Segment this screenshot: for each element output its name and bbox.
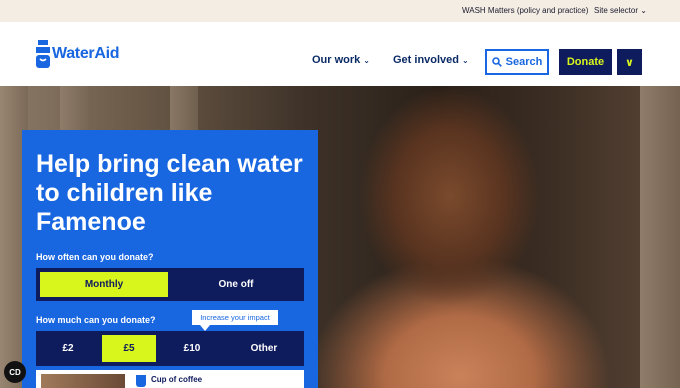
frequency-one-off-option[interactable]: One off (172, 272, 300, 297)
amount-option-10[interactable]: £10 (162, 335, 222, 362)
impact-card: Cup of coffee (36, 370, 304, 388)
amount-question: How much can you donate? (36, 315, 156, 325)
nav-get-involved[interactable]: Get involved ⌄ (393, 54, 469, 66)
frequency-selector: Monthly One off (36, 268, 304, 301)
nav-our-work[interactable]: Our work ⌄ (312, 54, 370, 66)
donate-menu-toggle[interactable]: ∨ (617, 49, 642, 75)
site-selector-link[interactable]: Site selector ⌄ (594, 6, 647, 15)
utility-bar: WASH Matters (policy and practice) Site … (0, 0, 680, 22)
chevron-down-icon: ⌄ (462, 56, 469, 65)
nav-our-work-label: Our work (312, 54, 361, 66)
cup-icon (136, 375, 146, 387)
panel-title: Help bring clean water to children like … (36, 150, 303, 236)
wateraid-logo[interactable]: WaterAid (36, 36, 120, 72)
nav-get-involved-label: Get involved (393, 54, 460, 66)
accessibility-button[interactable]: CD (4, 361, 26, 383)
amount-selector: £2 £5 £10 Other (36, 331, 304, 366)
site-selector-label: Site selector (594, 6, 639, 15)
water-drop-logo-icon (36, 40, 50, 68)
chevron-down-icon: ∨ (625, 56, 634, 69)
donation-panel: Help bring clean water to children like … (22, 130, 318, 388)
amount-option-other[interactable]: Other (228, 335, 300, 362)
impact-thumbnail (41, 374, 125, 388)
search-icon (491, 57, 502, 67)
frequency-monthly-option[interactable]: Monthly (40, 272, 168, 297)
search-button-label: Search (505, 56, 543, 68)
chevron-down-icon: ⌄ (640, 6, 647, 15)
amount-option-2[interactable]: £2 (40, 335, 96, 362)
chevron-down-icon: ⌄ (363, 56, 370, 65)
impact-text: Cup of coffee (151, 375, 203, 384)
amount-option-5[interactable]: £5 (102, 335, 156, 362)
search-button[interactable]: Search (485, 49, 549, 75)
donate-button[interactable]: Donate (559, 49, 612, 75)
logo-text: WaterAid (52, 45, 120, 62)
wash-matters-link[interactable]: WASH Matters (policy and practice) (462, 6, 588, 15)
wood-plank (640, 86, 680, 388)
increase-impact-tooltip: Increase your impact (192, 310, 278, 325)
frequency-question: How often can you donate? (36, 252, 154, 262)
